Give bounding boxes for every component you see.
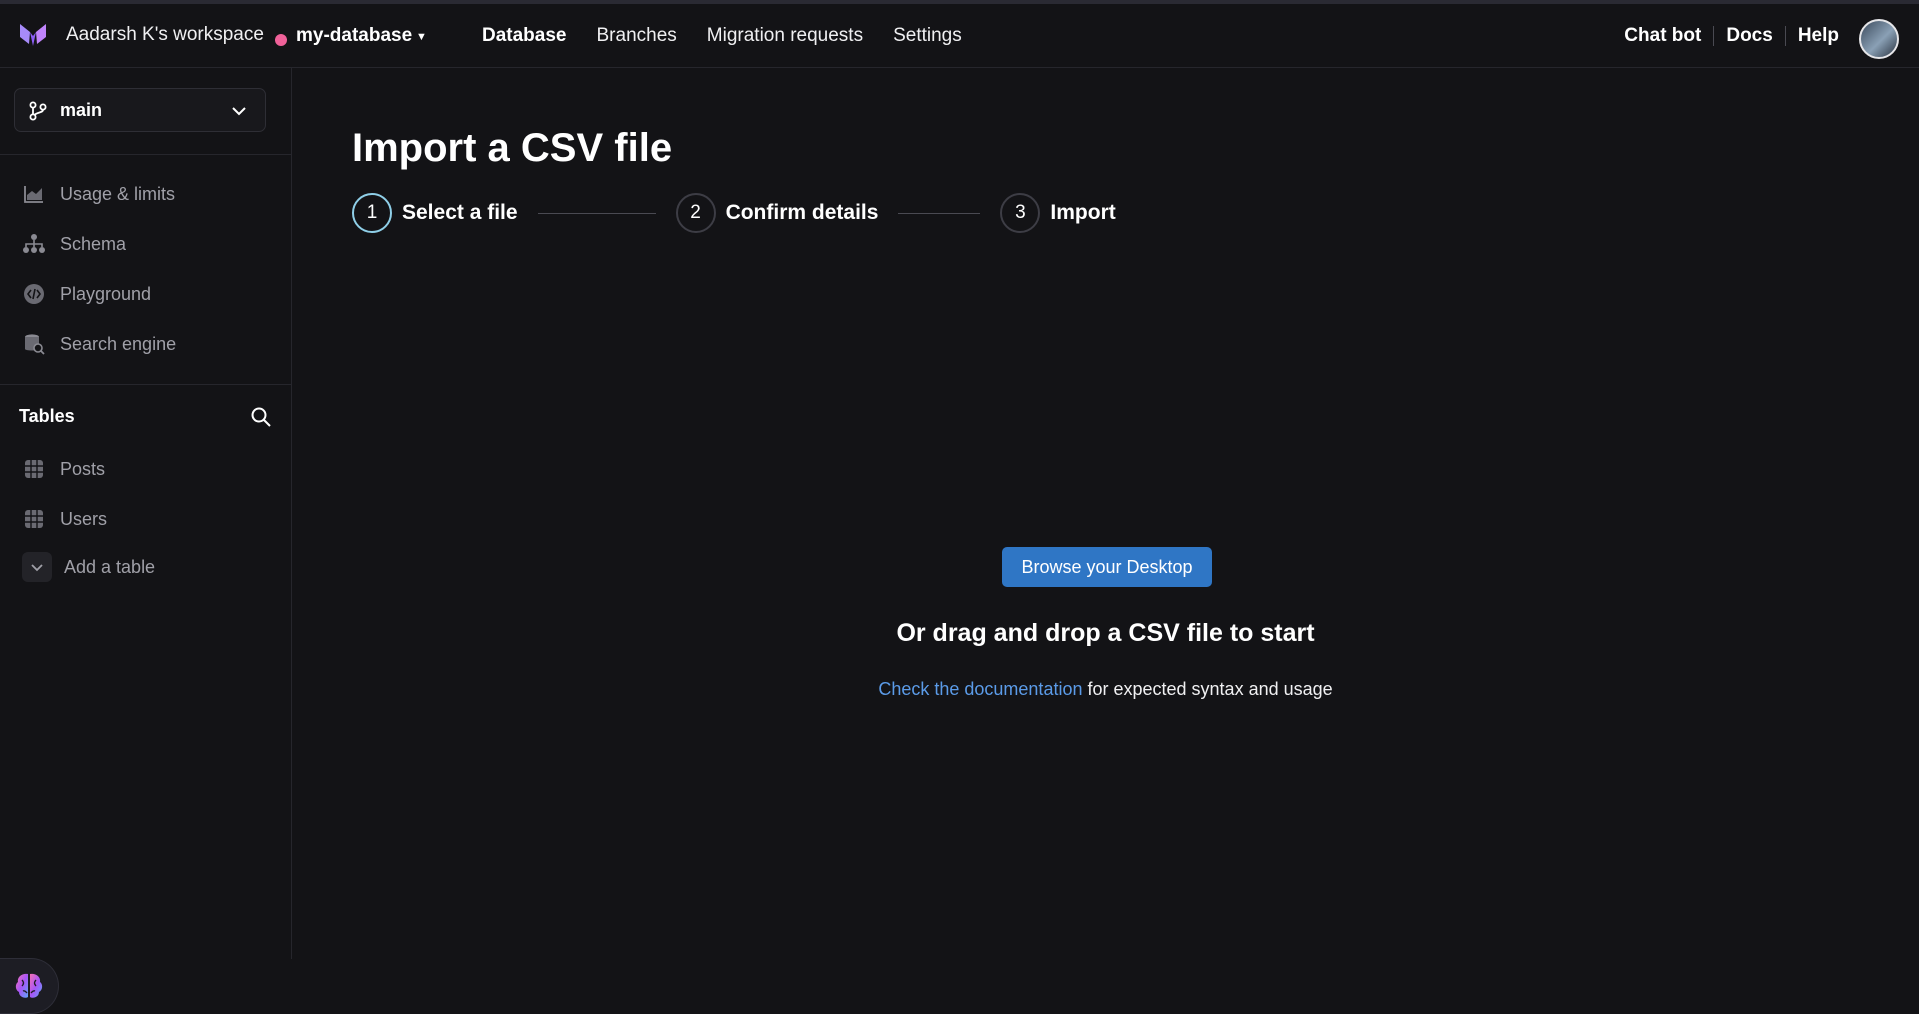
sidebar-item-usage-limits[interactable]: Usage & limits (22, 182, 175, 206)
sidebar-divider (0, 384, 292, 385)
sidebar-table-users[interactable]: Users (22, 507, 107, 531)
sidebar-divider (0, 154, 292, 155)
step-select-file: 1 Select a file (352, 193, 518, 233)
sidebar-item-search-engine[interactable]: Search engine (22, 332, 176, 356)
step-connector (898, 212, 981, 214)
sidebar-item-label: Posts (60, 458, 106, 479)
sidebar-item-label: Schema (60, 233, 127, 254)
help-link[interactable]: Help (1798, 25, 1839, 47)
chart-area-icon (22, 182, 46, 206)
step-label: Import (1050, 201, 1116, 224)
top-bar: Aadarsh K's workspace my-database ▼ Data… (0, 0, 1919, 68)
code-icon (22, 282, 46, 306)
step-import: 3 Import (1000, 193, 1116, 233)
nav-database[interactable]: Database (482, 25, 567, 47)
chat-bot-link[interactable]: Chat bot (1624, 25, 1701, 47)
add-table-label: Add a table (64, 556, 156, 577)
user-avatar[interactable] (1859, 19, 1899, 59)
import-stepper: 1 Select a file 2 Confirm details 3 Impo… (352, 193, 1116, 233)
step-label: Select a file (402, 201, 518, 224)
sidebar-item-label: Users (60, 508, 108, 529)
step-number: 2 (675, 193, 716, 233)
main-content: Import a CSV file 1 Select a file 2 Conf… (292, 68, 1919, 959)
tables-heading: Tables (19, 406, 75, 426)
branch-name: main (60, 100, 103, 120)
nav-settings[interactable]: Settings (893, 25, 962, 47)
grid-icon (22, 507, 46, 531)
workspace-name[interactable]: Aadarsh K's workspace (66, 24, 264, 46)
documentation-link[interactable]: Check the documentation (878, 679, 1082, 699)
step-confirm-details: 2 Confirm details (675, 193, 879, 233)
add-table-button[interactable]: Add a table (22, 552, 155, 582)
top-right-links: Chat bot Docs Help (1624, 25, 1839, 47)
step-number: 3 (1000, 193, 1041, 233)
branch-selector[interactable]: main (14, 88, 266, 132)
docs-link[interactable]: Docs (1726, 25, 1772, 47)
git-branch-icon (29, 101, 47, 121)
divider (1713, 26, 1715, 46)
search-icon[interactable] (250, 406, 272, 428)
sidebar: main Usage & limits Schema Playground Se… (0, 68, 292, 1014)
sidebar-item-schema[interactable]: Schema (22, 232, 126, 256)
step-label: Confirm details (725, 201, 879, 224)
sidebar-item-label: Playground (60, 283, 152, 304)
caret-down-icon[interactable]: ▼ (416, 31, 427, 43)
browse-desktop-button[interactable]: Browse your Desktop (1002, 547, 1212, 587)
hierarchy-icon (22, 232, 46, 256)
sidebar-table-posts[interactable]: Posts (22, 457, 105, 481)
database-status-dot (275, 34, 287, 46)
grid-icon (22, 457, 46, 481)
sidebar-item-playground[interactable]: Playground (22, 282, 151, 306)
documentation-hint: Check the documentation for expected syn… (292, 679, 1919, 700)
nav-branches[interactable]: Branches (597, 25, 677, 47)
xata-logo-icon[interactable] (18, 22, 48, 48)
divider (1784, 26, 1786, 46)
step-connector (537, 212, 656, 214)
documentation-hint-text: for expected syntax and usage (1082, 679, 1333, 699)
database-search-icon (22, 332, 46, 356)
nav-migration-requests[interactable]: Migration requests (707, 25, 863, 47)
sidebar-item-label: Usage & limits (60, 183, 176, 204)
ai-assistant-button[interactable] (0, 958, 59, 1014)
step-number: 1 (352, 193, 392, 233)
brain-icon (15, 973, 43, 998)
sidebar-item-label: Search engine (60, 333, 177, 354)
database-selector[interactable]: my-database (296, 25, 412, 47)
top-nav: Database Branches Migration requests Set… (482, 25, 962, 47)
page-title: Import a CSV file (352, 126, 673, 170)
drop-zone-text: Or drag and drop a CSV file to start (896, 619, 1315, 647)
chevron-down-icon (22, 552, 52, 582)
chevron-down-icon (232, 107, 246, 116)
